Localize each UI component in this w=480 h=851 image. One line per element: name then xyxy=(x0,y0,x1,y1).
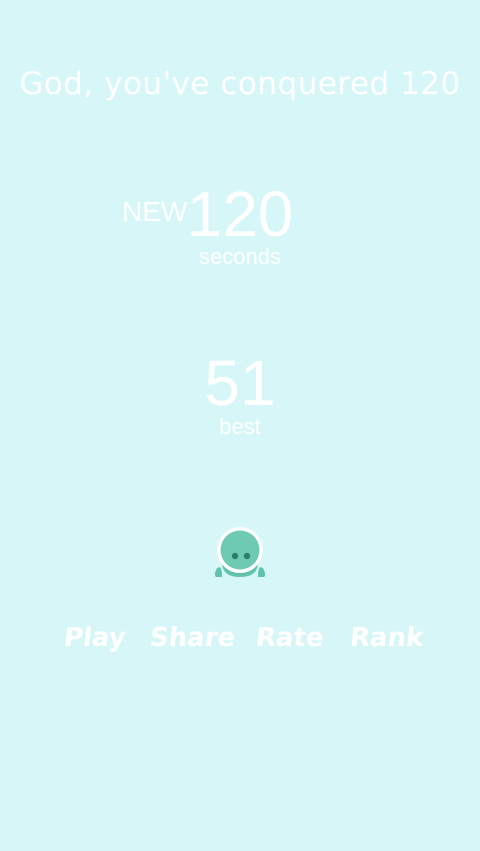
best-score-label: best xyxy=(219,414,261,439)
share-button[interactable]: Share xyxy=(148,618,237,658)
score-value: 120 xyxy=(186,178,294,250)
play-button[interactable]: Play xyxy=(62,618,128,658)
rank-button[interactable]: Rank xyxy=(348,618,426,658)
astronaut-character-icon xyxy=(210,522,270,584)
headline-text: God, you've conquered 120 xyxy=(19,66,461,102)
game-menu: Play Share Rate Rank xyxy=(0,618,480,658)
score-unit-label: seconds xyxy=(199,244,281,269)
rate-button[interactable]: Rate xyxy=(254,618,326,658)
best-score-value: 51 xyxy=(204,347,276,419)
